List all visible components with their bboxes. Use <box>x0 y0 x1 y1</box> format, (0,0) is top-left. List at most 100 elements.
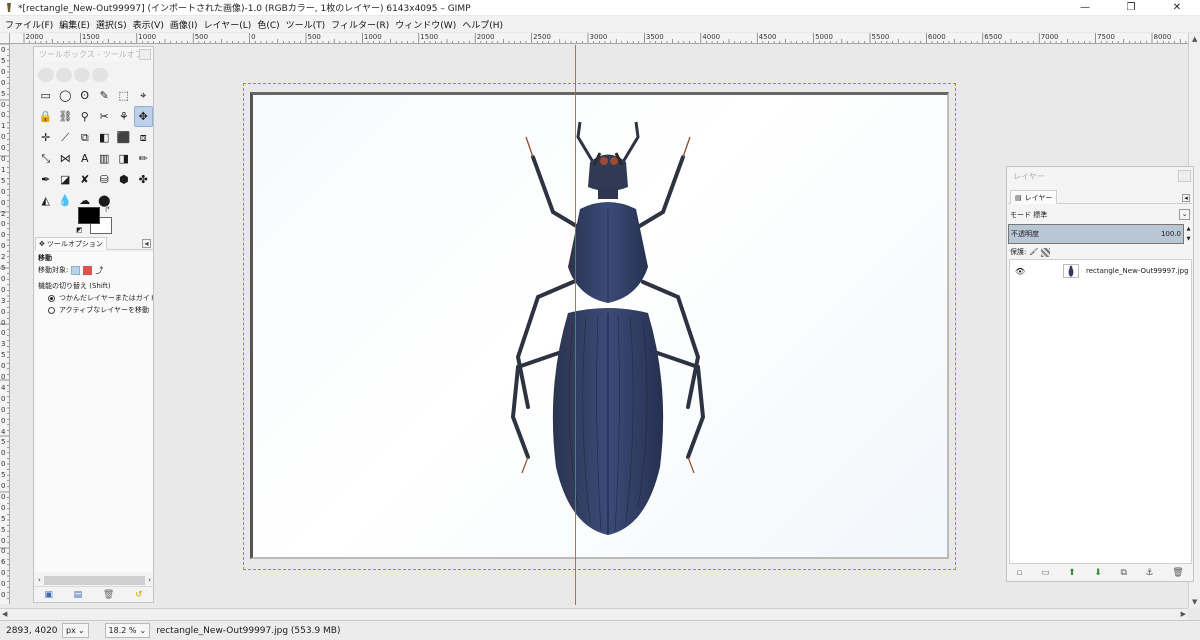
raise-layer-icon[interactable]: ⬆ <box>1068 568 1076 578</box>
maximize-button[interactable]: ❐ <box>1108 0 1154 15</box>
flip-tool[interactable]: ⤡ <box>36 148 56 169</box>
menu-colors[interactable]: 色(C) <box>254 18 282 31</box>
layer-list[interactable]: 👁 rectangle_New-Out99997.jpg <box>1009 259 1192 564</box>
free-select-tool[interactable]: ʘ <box>75 85 95 106</box>
layer-item[interactable]: 👁 rectangle_New-Out99997.jpg <box>1010 262 1191 280</box>
scroll-up-icon[interactable]: ▲ <box>1192 35 1197 43</box>
restore-options-icon[interactable]: ▤ <box>74 590 83 600</box>
perspective-tool[interactable]: ⧈ <box>134 127 154 148</box>
ruler-corner[interactable] <box>0 33 10 44</box>
delete-options-icon[interactable]: 🗑 <box>103 590 114 600</box>
paintbrush-tool[interactable]: ✒ <box>36 169 56 190</box>
foreground-select-tool[interactable]: 🔒 <box>36 106 56 127</box>
radio-pick-layer-row[interactable]: つかんだレイヤーまたはガイドを移動 <box>35 292 153 304</box>
airbrush-tool[interactable]: ✘ <box>75 169 95 190</box>
ellipse-select-tool[interactable]: ◯ <box>56 85 76 106</box>
wilber-drop-zone[interactable] <box>38 63 149 87</box>
scale-tool[interactable]: ◧ <box>95 127 115 148</box>
opacity-value[interactable]: 100.0 <box>1161 230 1181 238</box>
layer-name[interactable]: rectangle_New-Out99997.jpg <box>1086 267 1189 275</box>
move-selection-icon[interactable] <box>83 265 93 275</box>
move-path-icon[interactable]: ⤴ <box>95 266 104 275</box>
clone-tool[interactable]: ◭ <box>36 190 56 211</box>
scroll-right-icon[interactable]: › <box>148 576 151 584</box>
rect-select-tool[interactable]: ▭ <box>36 85 56 106</box>
menu-windows[interactable]: ウィンドウ(W) <box>392 18 459 31</box>
layers-close-button[interactable] <box>1178 170 1191 182</box>
move-tool[interactable]: ✥ <box>133 106 153 127</box>
mypaint-brush-tool[interactable]: ⬢ <box>114 169 134 190</box>
cage-transform-tool[interactable]: ⋈ <box>56 148 76 169</box>
heal-tool[interactable]: ✤ <box>134 169 154 190</box>
paths-tool[interactable]: ⛓ <box>56 106 76 127</box>
vertical-ruler[interactable]: 0 5 0 0 5 0 0 1 0 0 0 1 5 0 0 2 0 0 0 2 5 0 0 3 0 0 0 3 5 0 0 4 0 0 0 4 5 0 0 5… <box>0 44 10 604</box>
blur-sharpen-tool[interactable]: 💧 <box>56 190 76 211</box>
scroll-left-icon[interactable]: ‹ <box>38 576 41 584</box>
radio-active-layer-row[interactable]: アクティブなレイヤーを移動 <box>35 304 153 316</box>
tab-tool-options[interactable]: ✥ ツールオプション <box>35 236 107 250</box>
chevron-down-icon[interactable]: ⌄ <box>1179 209 1190 220</box>
horizontal-ruler[interactable]: 2000 1500 1000 500 0 500 1000 1500 2000 2500 3000 3… <box>10 33 1188 44</box>
move-layer-icon[interactable] <box>71 265 81 275</box>
lock-alpha-icon[interactable] <box>1041 247 1051 257</box>
fuzzy-select-tool[interactable]: ✎ <box>95 85 115 106</box>
radio-active-layer[interactable] <box>48 306 55 314</box>
menu-layer[interactable]: レイヤー(L) <box>201 18 255 31</box>
save-options-icon[interactable]: ▣ <box>44 590 53 600</box>
rotate-tool[interactable]: ⧉ <box>75 127 95 148</box>
scissors-tool[interactable]: ⌖ <box>134 85 154 106</box>
toolbox-close-button[interactable] <box>139 49 151 60</box>
delete-layer-icon[interactable]: 🗑 <box>1172 568 1183 578</box>
zoom-tool[interactable]: ⚲ <box>75 106 95 127</box>
beetle-photo[interactable] <box>250 92 949 559</box>
ink-tool[interactable]: ⛁ <box>95 169 115 190</box>
mode-row[interactable]: モード 標準 ⌄ <box>1008 208 1192 222</box>
tool-options-scrollbar[interactable]: ‹ › <box>38 575 151 585</box>
duplicate-layer-icon[interactable]: ⧉ <box>1120 568 1126 578</box>
minimize-button[interactable]: — <box>1062 0 1108 15</box>
tab-layers[interactable]: ▤ レイヤー <box>1010 190 1058 204</box>
crop-tool[interactable]: ⟋ <box>56 127 76 148</box>
zoom-select[interactable]: 18.2 % ⌄ <box>104 623 151 638</box>
menu-filters[interactable]: フィルター(R) <box>328 18 392 31</box>
mode-value[interactable]: 標準 <box>1033 210 1047 220</box>
horizontal-scrollbar[interactable]: ◀ ▶ <box>0 608 1188 620</box>
close-button[interactable]: ✕ <box>1154 0 1200 15</box>
reset-options-icon[interactable]: ↺ <box>135 590 143 600</box>
tool-options-menu-icon[interactable]: ◂ <box>142 239 151 248</box>
pencil-tool[interactable]: ✏ <box>134 148 154 169</box>
new-layer-group-icon[interactable]: ▭ <box>1041 568 1050 578</box>
align-tool[interactable]: ✛ <box>36 127 56 148</box>
color-picker-tool[interactable]: ⚘ <box>114 106 134 127</box>
scroll-left-icon[interactable]: ◀ <box>2 610 7 618</box>
scroll-right-icon[interactable]: ▶ <box>1181 610 1186 618</box>
menu-tools[interactable]: ツール(T) <box>283 18 329 31</box>
unit-select[interactable]: px ⌄ <box>62 623 89 638</box>
shear-tool[interactable]: ⬛ <box>114 127 134 148</box>
blend-tool[interactable]: ◨ <box>114 148 134 169</box>
bucket-fill-tool[interactable]: ▥ <box>95 148 115 169</box>
select-by-color-tool[interactable]: ⬚ <box>114 85 134 106</box>
vertical-guide[interactable] <box>575 45 576 605</box>
text-tool[interactable]: A <box>75 148 95 169</box>
lock-pixels-icon[interactable]: 🖌 <box>1029 248 1038 256</box>
visibility-eye-icon[interactable]: 👁 <box>1015 267 1027 276</box>
menu-select[interactable]: 選択(S) <box>93 18 130 31</box>
anchor-layer-icon[interactable]: ⚓ <box>1146 568 1154 578</box>
swap-colors-icon[interactable]: ↱ <box>104 205 111 214</box>
measure-tool[interactable]: ✂ <box>95 106 115 127</box>
foreground-color-swatch[interactable] <box>78 207 100 224</box>
reset-colors-icon[interactable]: ◩ <box>76 226 83 234</box>
menu-file[interactable]: ファイル(F) <box>2 18 56 31</box>
zoom-value[interactable]: 18.2 % <box>109 626 137 635</box>
layers-menu-icon[interactable]: ◂ <box>1182 194 1190 202</box>
menu-help[interactable]: ヘルプ(H) <box>459 18 506 31</box>
opacity-slider[interactable]: 不透明度 100.0 <box>1008 224 1184 244</box>
lower-layer-icon[interactable]: ⬇ <box>1094 568 1102 578</box>
scroll-down-icon[interactable]: ▼ <box>1192 598 1197 606</box>
menu-edit[interactable]: 編集(E) <box>56 18 93 31</box>
scroll-track[interactable] <box>43 575 146 585</box>
radio-pick-layer[interactable] <box>48 294 55 302</box>
new-layer-icon[interactable]: ▫ <box>1016 568 1022 578</box>
menu-view[interactable]: 表示(V) <box>130 18 167 31</box>
